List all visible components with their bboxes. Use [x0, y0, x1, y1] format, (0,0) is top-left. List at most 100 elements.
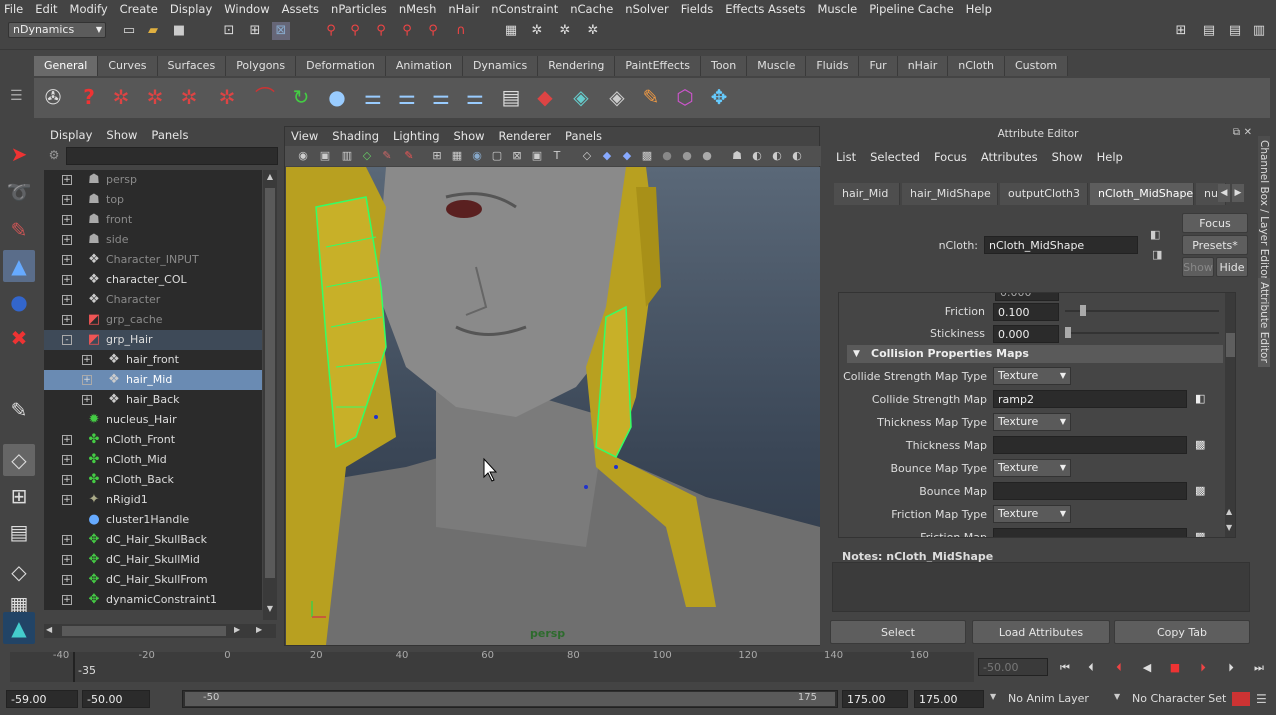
shelf-tab-muscle[interactable]: Muscle [747, 56, 807, 76]
safe-title-icon[interactable]: T [549, 148, 565, 164]
range-slider-handle[interactable] [185, 692, 835, 706]
two-d-pan-icon[interactable]: ✎ [379, 148, 395, 164]
grid-icon[interactable]: ⊞ [429, 148, 445, 164]
map-type-dropdown[interactable]: Texture ▼ [993, 367, 1071, 385]
current-time-indicator[interactable] [73, 652, 75, 682]
viewport-menu-view[interactable]: View [291, 129, 318, 143]
shelf-tab-fluids[interactable]: Fluids [806, 56, 860, 76]
expand-icon[interactable]: + [62, 295, 72, 305]
character-set-dropdown-icon[interactable]: ▼ [1114, 692, 1120, 701]
attr-menu-attributes[interactable]: Attributes [981, 150, 1038, 164]
shelf-tab-ncloth[interactable]: nCloth [948, 56, 1005, 76]
map-field[interactable]: ramp2 [993, 390, 1187, 408]
select-hierarchy-icon[interactable]: ⊡ [220, 22, 238, 40]
expand-icon[interactable]: + [62, 455, 72, 465]
focus-button[interactable]: Focus [1182, 213, 1248, 233]
expand-icon[interactable]: + [62, 555, 72, 565]
menu-display[interactable]: Display [170, 2, 220, 16]
expand-icon[interactable]: + [62, 575, 72, 585]
range-slider[interactable]: -50 175 [182, 690, 838, 708]
move-pivot-icon[interactable]: ✥ [704, 82, 734, 112]
ambient-occlusion-icon[interactable]: ● [699, 148, 715, 164]
viewport-menu-lighting[interactable]: Lighting [393, 129, 439, 143]
bend-tool-icon[interactable]: ⌒ [250, 82, 280, 112]
layout-graph-icon[interactable]: ◇ [3, 556, 35, 588]
viewport-menu-renderer[interactable]: Renderer [499, 129, 552, 143]
shelf-tab-deformation[interactable]: Deformation [296, 56, 386, 76]
snap-point-icon[interactable]: ⚲ [372, 22, 390, 40]
expand-icon[interactable]: + [82, 375, 92, 385]
attr-tab-ncloth-midshape[interactable]: nCloth_MidShape [1090, 183, 1194, 205]
paint-select-icon[interactable]: ✎ [3, 214, 35, 246]
shelf-tab-surfaces[interactable]: Surfaces [157, 56, 227, 76]
render-icon[interactable]: ✲ [528, 22, 546, 40]
map-field[interactable] [993, 482, 1187, 500]
map-field[interactable] [993, 528, 1187, 537]
channel-box-toggle-icon[interactable]: ▥ [1250, 22, 1268, 40]
step-forward-key-icon[interactable]: ⏵ [1192, 660, 1214, 676]
tab-scroll-left-icon[interactable]: ◀ [1218, 184, 1230, 202]
cube-icon[interactable]: ◈ [566, 82, 596, 112]
outliner-item-dc-hair-skullmid[interactable]: + ✥ dC_Hair_SkullMid [44, 550, 262, 570]
history-icon[interactable]: ▦ [502, 22, 520, 40]
select-tool-icon[interactable]: ➤ [3, 138, 35, 170]
xray-icon[interactable]: ◐ [749, 148, 765, 164]
isolate-icon[interactable]: ☗ [729, 148, 745, 164]
expand-icon[interactable]: + [62, 495, 72, 505]
outliner-item-front[interactable]: + ☗ front [44, 210, 262, 230]
outliner-item-persp[interactable]: + ☗ persp [44, 170, 262, 190]
outliner-item-ncloth-back[interactable]: + ✤ nCloth_Back [44, 470, 262, 490]
menu-nhair[interactable]: nHair [448, 2, 487, 16]
section-collapse-icon[interactable]: ▼ [853, 345, 860, 363]
map-connection-icon[interactable]: ◧ [1195, 393, 1207, 405]
current-time-field[interactable]: -50.00 [978, 658, 1048, 676]
ipr-render-icon[interactable]: ✲ [556, 22, 574, 40]
expand-icon[interactable]: + [62, 195, 72, 205]
attr-menu-focus[interactable]: Focus [934, 150, 967, 164]
attr-scroll-down-icon[interactable]: ▼ [1226, 523, 1232, 532]
rotate-tool-icon[interactable]: ● [3, 286, 35, 318]
shelf-tab-custom[interactable]: Custom [1005, 56, 1069, 76]
layout-outliner-icon[interactable]: ▤ [3, 516, 35, 548]
step-back-key-icon[interactable]: ⏴ [1108, 660, 1130, 676]
outliner-vertical-scrollbar[interactable]: ▲ ▼ [263, 170, 277, 620]
input-connection-icon[interactable]: ◧ [1150, 228, 1160, 241]
deform-icon[interactable]: ◆ [530, 82, 560, 112]
list-icon[interactable]: ▤ [496, 82, 526, 112]
expand-icon[interactable]: + [82, 395, 92, 405]
attr-menu-selected[interactable]: Selected [870, 150, 920, 164]
menu-assets[interactable]: Assets [282, 2, 327, 16]
outliner-horizontal-scrollbar[interactable]: ◀ ▶ ▶ [44, 624, 276, 638]
menu-nconstraint[interactable]: nConstraint [491, 2, 566, 16]
load-attributes-button[interactable]: Load Attributes [972, 620, 1110, 644]
shelf-tab-fur[interactable]: Fur [859, 56, 898, 76]
map-field[interactable] [993, 436, 1187, 454]
menu-muscle[interactable]: Muscle [817, 2, 865, 16]
shelf-tool-1-icon[interactable]: ✲ [106, 82, 136, 112]
locator-icon[interactable]: ⚌ [426, 82, 456, 112]
viewport-scene[interactable]: persp [286, 167, 820, 645]
playback-start-field[interactable]: -50.00 [82, 690, 150, 708]
menu-nmesh[interactable]: nMesh [399, 2, 445, 16]
viewport-panel[interactable]: View Shading Lighting Show Renderer Panels ◉ … [284, 126, 821, 646]
outliner-menu-display[interactable]: Display [50, 128, 92, 142]
map-type-dropdown[interactable]: Texture ▼ [993, 413, 1071, 431]
wireframe-icon[interactable]: ◇ [579, 148, 595, 164]
map-type-dropdown[interactable]: Texture ▼ [993, 505, 1071, 523]
tool-settings-icon[interactable]: ▤ [1226, 22, 1244, 40]
go-to-end-icon[interactable]: ⏭ [1248, 660, 1270, 676]
camera-attr-icon[interactable]: ▣ [317, 148, 333, 164]
outliner-item-ncloth-front[interactable]: + ✤ nCloth_Front [44, 430, 262, 450]
shelf-tab-animation[interactable]: Animation [385, 56, 463, 76]
wireframe-on-shaded-icon[interactable]: ◆ [619, 148, 635, 164]
attribute-toggle-icon[interactable]: ▤ [1200, 22, 1218, 40]
checker-map-icon[interactable]: ▩ [1195, 439, 1207, 451]
shelf-tab-toon[interactable]: Toon [700, 56, 748, 76]
scroll-thumb[interactable] [265, 188, 275, 578]
outliner-item-top[interactable]: + ☗ top [44, 190, 262, 210]
anim-layer-dropdown-icon[interactable]: ▼ [990, 692, 996, 701]
expand-icon[interactable]: + [62, 315, 72, 325]
clipped-value-field[interactable]: 0.000 [995, 293, 1059, 301]
outliner-item-side[interactable]: + ☗ side [44, 230, 262, 250]
outliner-item-nucleus-hair[interactable]: ✹ nucleus_Hair [44, 410, 262, 430]
